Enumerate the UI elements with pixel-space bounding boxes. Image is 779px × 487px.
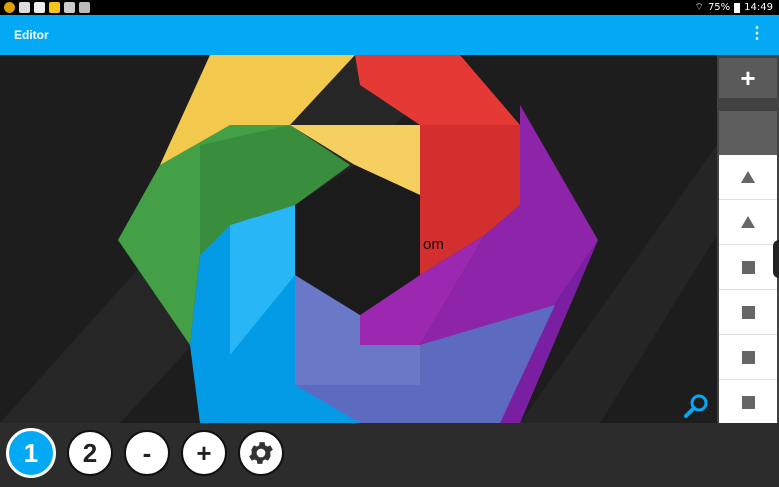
time-text: 14:49 [744,2,773,13]
bottom-toolbar: 1 2 - + [0,423,779,487]
status-left-icons [4,2,90,13]
status-right: ⌔ 75% 14:49 [695,1,773,14]
more-vert-icon[interactable]: ⋮ [749,26,765,42]
square-icon [741,305,755,319]
triangle-icon [741,216,755,228]
app-icon [34,2,45,13]
canvas-text: om [423,236,444,253]
panel-drag-handle[interactable] [773,240,779,278]
zoom-in-button[interactable]: + [181,430,227,476]
battery-icon [734,2,741,13]
layer-header [719,111,777,155]
photos-icon [64,2,75,13]
triangle-icon [741,171,755,183]
gear-icon [249,442,273,464]
status-bar: ⌔ 75% 14:49 [0,0,779,15]
page-2-button[interactable]: 2 [67,430,113,476]
app-title: Editor [14,28,49,42]
layer-item-square[interactable] [719,380,777,425]
layer-item-square[interactable] [719,335,777,380]
square-icon [741,260,755,274]
zoom-out-button[interactable]: - [124,430,170,476]
chrome-icon [4,2,15,13]
zoom-icon[interactable] [683,393,709,419]
image-icon [19,2,30,13]
square-icon [741,395,755,409]
page-1-button[interactable]: 1 [6,428,56,478]
settings-button[interactable] [238,430,284,476]
square-icon [741,350,755,364]
layer-list [719,155,777,425]
wifi-icon: ⌔ [694,2,704,13]
layer-item-square[interactable] [719,245,777,290]
battery-text: 75% [707,2,731,13]
layer-item-triangle[interactable] [719,155,777,200]
app-icon-2 [79,2,90,13]
layer-panel: + [717,55,779,425]
canvas-artwork [0,55,717,423]
layer-item-square[interactable] [719,290,777,335]
add-layer-button[interactable]: + [719,58,777,98]
layer-item-triangle[interactable] [719,200,777,245]
file-icon [49,2,60,13]
image-canvas[interactable]: om [0,55,717,423]
app-bar: Editor ⋮ [0,15,779,55]
